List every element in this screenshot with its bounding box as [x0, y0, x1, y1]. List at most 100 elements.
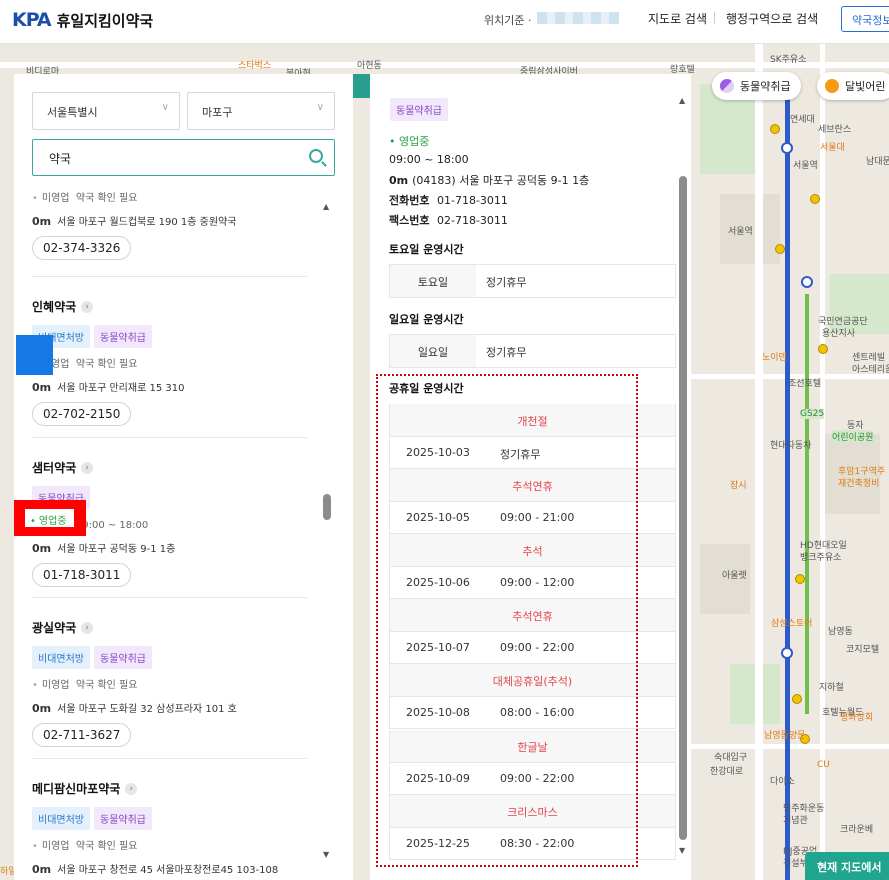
- animal-medicine-filter-chip[interactable]: 동물약취급: [712, 72, 801, 100]
- detail-status-text: 영업중: [399, 135, 430, 148]
- address-line: 0m 서울 마포구 만리재로 15 310: [32, 379, 292, 394]
- bus-stop-icon[interactable]: [792, 694, 802, 704]
- list-scrollbar-thumb[interactable]: [323, 494, 331, 520]
- holiday-row: 2025-10-05 09:00 - 21:00: [389, 501, 676, 534]
- list-item[interactable]: 인혜약국 › 비대면처방동물약취급 •미영업 약국 확인 필요 0m 서울 마포구 …: [32, 298, 292, 426]
- tag-badge: 비대면처방: [32, 807, 90, 830]
- status-text: 미영업: [41, 841, 70, 852]
- address-line: 0m 서울 마포구 월드컵북로 190 1층 중원약국: [32, 213, 292, 228]
- pharmacy-name[interactable]: 메디팜신마포약국 ›: [32, 780, 292, 797]
- map-poi-label: GS25: [800, 409, 825, 419]
- map-road: [820, 44, 825, 880]
- status-note: 약국 확인 필요: [75, 193, 138, 204]
- holiday-row: 2025-10-09 09:00 - 22:00: [389, 762, 676, 795]
- phone-button[interactable]: 01-718-3011: [32, 563, 132, 587]
- map-poi-label: SK주유소: [770, 55, 807, 65]
- pharmacy-list-panel: 서울특별시 ∨ 마포구 ∨ 약국 • 미영업 약국 확인 필요 0m 서울 마포구 …: [14, 74, 353, 880]
- holiday-time: 08:30 - 22:00: [500, 837, 575, 850]
- map-poi-label: 잠시: [730, 481, 747, 491]
- phone-button[interactable]: 02-702-2150: [32, 402, 132, 426]
- pill-icon: [720, 79, 734, 93]
- distance: 0m: [32, 863, 52, 876]
- pharmacy-search-input[interactable]: 약국: [32, 139, 335, 176]
- map-poi-label: 남영동양문: [764, 731, 806, 741]
- chevron-right-icon: ›: [81, 461, 94, 474]
- bus-stop-icon[interactable]: [795, 574, 805, 584]
- holiday-date: 2025-12-25: [406, 837, 470, 850]
- detail-address-line: 0m (04183) 서울 마포구 공덕동 9-1 1층: [389, 172, 589, 188]
- district-select[interactable]: 마포구 ∨: [187, 92, 335, 130]
- chevron-down-icon: ∨: [316, 102, 324, 113]
- map-poi-label: 재건축정비: [838, 479, 880, 489]
- pharmacy-name[interactable]: 인혜약국 ›: [32, 298, 292, 315]
- holiday-row: 2025-12-25 08:30 - 22:00: [389, 827, 676, 860]
- station-marker[interactable]: [781, 142, 793, 154]
- region-search-link[interactable]: 행정구역으로 검색: [726, 10, 818, 27]
- phone-button[interactable]: 02-374-3326: [32, 236, 132, 260]
- bus-stop-icon[interactable]: [775, 244, 785, 254]
- detail-scroll-down-arrow[interactable]: ▼: [679, 846, 685, 855]
- top-header: KPA 휴일지킴이약국 위치기준 · 지도로 검색 행정구역으로 검색 약국정보: [0, 0, 889, 44]
- moonlight-filter-chip[interactable]: 달빛어린: [817, 72, 889, 100]
- detail-tag-badge: 동물약취급: [390, 98, 448, 121]
- map-poi-label: 어린이공원: [832, 430, 874, 443]
- scroll-up-arrow[interactable]: ▲: [323, 202, 329, 211]
- map-poi-label: 세브란스: [818, 125, 852, 135]
- list-item[interactable]: • 미영업 약국 확인 필요 0m 서울 마포구 월드컵북로 190 1층 중원약국…: [32, 186, 292, 260]
- station-marker[interactable]: [801, 276, 813, 288]
- holiday-time: 09:00 - 22:00: [500, 772, 575, 785]
- region-select[interactable]: 서울특별시 ∨: [32, 92, 180, 130]
- holiday-name: 추석: [389, 534, 676, 566]
- logo-mark: KPA: [12, 9, 52, 31]
- map-poi-label: 한강대로: [710, 767, 744, 777]
- pharmacy-name-text: 인혜약국: [32, 300, 77, 314]
- scroll-down-arrow[interactable]: ▼: [323, 850, 329, 859]
- map-search-link[interactable]: 지도로 검색: [648, 10, 707, 27]
- address: 서울 마포구 만리재로 15 310: [57, 383, 185, 394]
- sunday-section-title: 일요일 운영시간: [389, 313, 464, 326]
- tag-badge: 동물약취급: [94, 807, 152, 830]
- map-poi-label: 노이덴: [762, 353, 787, 363]
- bus-stop-icon[interactable]: [770, 124, 780, 134]
- map-poi-label: 아현동: [357, 61, 382, 71]
- detail-scrollbar-thumb[interactable]: [679, 176, 687, 840]
- map-poi-label: CU: [817, 760, 830, 770]
- map-poi-label: 용산지사: [822, 329, 856, 339]
- holiday-time: 08:00 - 16:00: [500, 706, 575, 719]
- search-current-map-button[interactable]: 현재 지도에서: [805, 852, 889, 880]
- highlight-box-blue: [16, 335, 53, 375]
- map-road: [755, 44, 763, 880]
- panel-toggle-tab[interactable]: [353, 74, 370, 98]
- tag-list: 비대면처방 동물약취급: [32, 646, 292, 669]
- status-note: 약국 확인 필요: [75, 359, 138, 370]
- holiday-date: 2025-10-03: [406, 446, 470, 459]
- list-item[interactable]: 광실약국 › 비대면처방 동물약취급 • 미영업 약국 확인 필요 0m 서울 마포구 …: [32, 619, 292, 747]
- holiday-row: 2025-10-06 09:00 - 12:00: [389, 566, 676, 599]
- bus-stop-icon[interactable]: [810, 194, 820, 204]
- logo-title: 휴일지킴이약국: [56, 11, 154, 30]
- status-line: •미영업 약국 확인 필요: [32, 841, 138, 852]
- map-poi-label: 서울역: [728, 227, 753, 237]
- address: 서울 마포구 공덕동 9-1 1층: [57, 544, 176, 555]
- map-poi-label: 평화상회: [840, 713, 874, 723]
- pharmacy-info-button[interactable]: 약국정보: [841, 6, 889, 32]
- list-item[interactable]: 메디팜신마포약국 › 비대면처방 동물약취급 • 미영업 약국 확인 필요 0m 서울 …: [32, 780, 292, 876]
- tag-badge: 동물약취급: [94, 325, 152, 348]
- map-poi-label: 다이소: [770, 777, 795, 787]
- holiday-name: 대체공휴일(추석): [389, 664, 676, 696]
- detail-scroll-up-arrow[interactable]: ▲: [679, 96, 685, 105]
- station-marker[interactable]: [781, 647, 793, 659]
- pharmacy-name[interactable]: 광실약국 ›: [32, 619, 292, 636]
- holiday-row: 2025-10-07 09:00 - 22:00: [389, 631, 676, 664]
- holiday-date: 2025-10-08: [406, 706, 470, 719]
- pharmacy-name[interactable]: 샘터약국 ›: [32, 459, 292, 476]
- holiday-name: 추석연휴: [389, 469, 676, 501]
- map-poi-label: 숙대입구: [714, 753, 748, 763]
- kpa-logo[interactable]: KPA 휴일지킴이약국: [12, 9, 153, 31]
- map-poi-label: 기념관: [783, 816, 808, 826]
- search-icon[interactable]: [309, 149, 323, 163]
- holiday-name: 개천절: [389, 404, 676, 436]
- detail-phone[interactable]: 01-718-3011: [437, 194, 508, 207]
- phone-button[interactable]: 02-711-3627: [32, 723, 132, 747]
- bus-stop-icon[interactable]: [818, 344, 828, 354]
